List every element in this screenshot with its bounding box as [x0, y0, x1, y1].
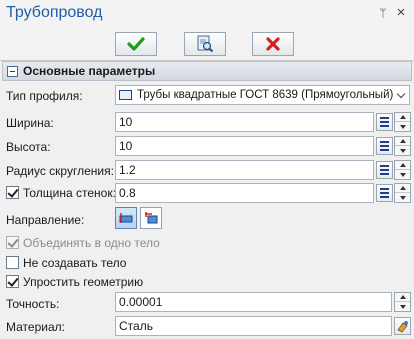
cancel-button[interactable]: [252, 32, 294, 56]
ok-button[interactable]: [115, 32, 157, 56]
spin-down-icon[interactable]: [395, 170, 410, 179]
accuracy-spinner[interactable]: [394, 292, 411, 312]
preview-button[interactable]: [184, 32, 226, 56]
spin-up-icon[interactable]: [395, 113, 410, 122]
merge-bodies-checkbox: [6, 236, 19, 249]
preview-icon: [197, 35, 214, 53]
material-label: Материал:: [6, 320, 65, 334]
toolbar: [0, 28, 414, 62]
section-header[interactable]: Основные параметры: [2, 61, 412, 81]
profile-type-value: Трубы квадратные ГОСТ 8639 (Прямоугольны…: [137, 89, 394, 101]
height-label: Высота:: [6, 140, 51, 154]
wall-thickness-checkbox[interactable]: [6, 186, 19, 199]
close-icon[interactable]: ×: [394, 5, 408, 21]
height-list-button[interactable]: [376, 137, 393, 155]
accuracy-label: Точность:: [6, 297, 60, 311]
width-input[interactable]: 10: [115, 112, 374, 132]
no-body-label: Не создавать тело: [23, 256, 127, 270]
no-body-checkbox[interactable]: [6, 256, 19, 269]
width-list-button[interactable]: [376, 113, 393, 131]
radius-input[interactable]: 1.2: [115, 160, 374, 180]
list-icon: [380, 117, 389, 127]
direction-reverse-icon: [145, 212, 158, 224]
material-input[interactable]: Сталь: [115, 316, 392, 336]
simplify-geometry-label: Упростить геометрию: [23, 275, 144, 289]
wall-thickness-input[interactable]: 0.8: [115, 183, 374, 203]
spin-down-icon[interactable]: [395, 193, 410, 202]
spin-up-icon[interactable]: [395, 137, 410, 146]
profile-type-select[interactable]: Трубы квадратные ГОСТ 8639 (Прямоугольны…: [115, 85, 410, 105]
merge-bodies-label: Объединять в одно тело: [23, 236, 160, 250]
spin-down-icon[interactable]: [395, 146, 410, 155]
direction-label: Направление:: [6, 213, 85, 227]
wall-list-button[interactable]: [376, 184, 393, 202]
direction-forward-icon: [119, 213, 133, 223]
spin-up-icon[interactable]: [395, 161, 410, 170]
profile-icon: [119, 90, 132, 100]
checkmark-icon: [127, 37, 145, 51]
window-title: Трубопровод: [6, 4, 103, 21]
height-spinner[interactable]: [394, 136, 411, 156]
collapse-icon[interactable]: [7, 65, 18, 77]
radius-list-button[interactable]: [376, 161, 393, 179]
radius-label: Радиус скругления:: [6, 164, 114, 178]
spin-up-icon[interactable]: [395, 184, 410, 193]
cross-icon: [266, 37, 280, 51]
wall-thickness-label: Толщина стенок:: [23, 186, 116, 200]
list-icon: [380, 141, 389, 151]
title-bar: Трубопровод ᛘ ×: [0, 0, 414, 28]
section-title: Основные параметры: [23, 64, 156, 78]
material-picker-button[interactable]: [394, 317, 411, 335]
width-label: Ширина:: [6, 116, 54, 130]
radius-spinner[interactable]: [394, 160, 411, 180]
pin-icon[interactable]: ᛘ: [376, 5, 390, 21]
spin-down-icon[interactable]: [395, 302, 410, 311]
spin-up-icon[interactable]: [395, 293, 410, 302]
direction-forward-button[interactable]: [115, 207, 137, 229]
simplify-geometry-checkbox[interactable]: [6, 275, 19, 288]
material-picker-icon: [397, 320, 408, 332]
list-icon: [380, 188, 389, 198]
width-spinner[interactable]: [394, 112, 411, 132]
height-input[interactable]: 10: [115, 136, 374, 156]
list-icon: [380, 165, 389, 175]
spin-down-icon[interactable]: [395, 122, 410, 131]
direction-reverse-button[interactable]: [140, 207, 162, 229]
chevron-down-icon: [396, 89, 406, 99]
profile-type-label: Тип профиля:: [6, 89, 83, 103]
accuracy-input[interactable]: 0.00001: [115, 292, 392, 312]
wall-spinner[interactable]: [394, 183, 411, 203]
